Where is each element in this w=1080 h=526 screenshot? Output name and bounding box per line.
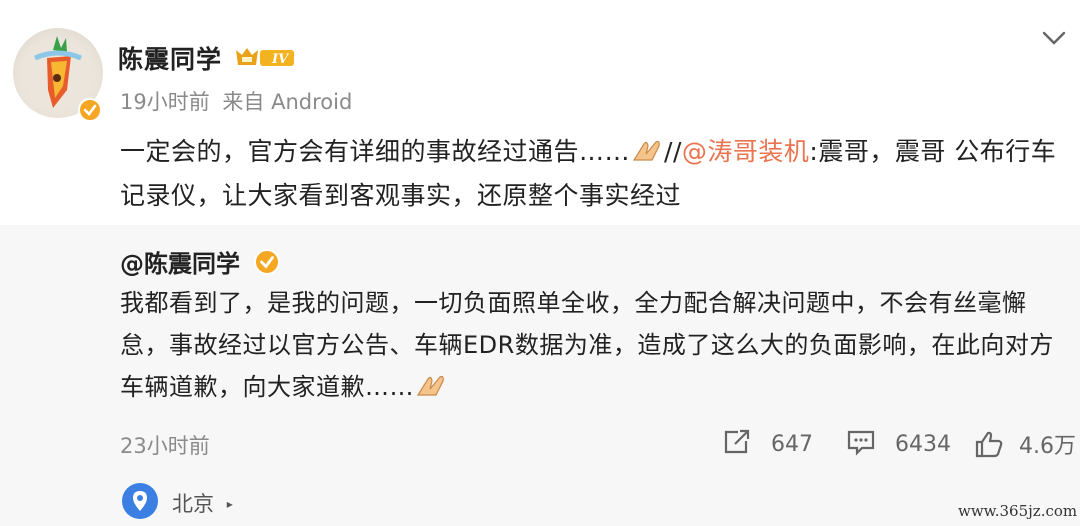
level-badge-text: IV	[271, 52, 290, 67]
repost-count: 647	[771, 432, 813, 457]
post-text: 一定会的，官方会有详细的事故经过通告……//@涛哥装机:震哥，震哥 公布行车记录…	[120, 130, 1060, 218]
like-button[interactable]: 4.6万	[974, 428, 1076, 464]
post-time: 19小时前	[120, 90, 210, 114]
level-badge: IV	[234, 46, 298, 68]
post-source: 来自 Android	[222, 90, 353, 114]
like-count: 4.6万	[1019, 434, 1076, 459]
repost-icon	[722, 428, 752, 462]
quoted-author-name[interactable]: @陈震同学	[120, 250, 240, 278]
repost-button[interactable]: 647	[722, 428, 813, 462]
comment-button[interactable]: 6434	[846, 428, 951, 462]
thumbs-up-icon	[974, 430, 1004, 464]
comment-icon	[846, 428, 876, 462]
quoted-time: 23小时前	[120, 434, 210, 458]
pray-hands-emoji	[414, 370, 448, 396]
location-link[interactable]: 北京 ▸	[172, 488, 233, 518]
mention-link[interactable]: @涛哥装机	[682, 137, 810, 166]
repost-separator: //	[664, 137, 682, 166]
post-meta: 19小时前 来自 Android	[120, 86, 352, 116]
post-text-main: 一定会的，官方会有详细的事故经过通告……	[120, 137, 631, 166]
location-pin-icon	[122, 483, 158, 519]
verified-badge-icon	[254, 249, 281, 275]
quoted-text: 我都看到了，是我的问题，一切负面照单全收，全力配合解决问题中，不会有丝毫懈怠，事…	[120, 282, 1065, 408]
quoted-text-body: 我都看到了，是我的问题，一切负面照单全收，全力配合解决问题中，不会有丝毫懈怠，事…	[120, 289, 1054, 401]
location-name[interactable]: 北京	[172, 492, 214, 516]
quoted-author[interactable]: @陈震同学	[120, 244, 281, 279]
author-name[interactable]: 陈震同学	[118, 40, 222, 76]
chevron-down-icon[interactable]	[1040, 28, 1068, 48]
comment-count: 6434	[895, 432, 951, 457]
verified-badge-icon	[78, 98, 102, 122]
watermark: www.365jz.com	[958, 502, 1078, 520]
chevron-right-icon: ▸	[226, 497, 233, 511]
pray-hands-emoji	[630, 134, 664, 161]
